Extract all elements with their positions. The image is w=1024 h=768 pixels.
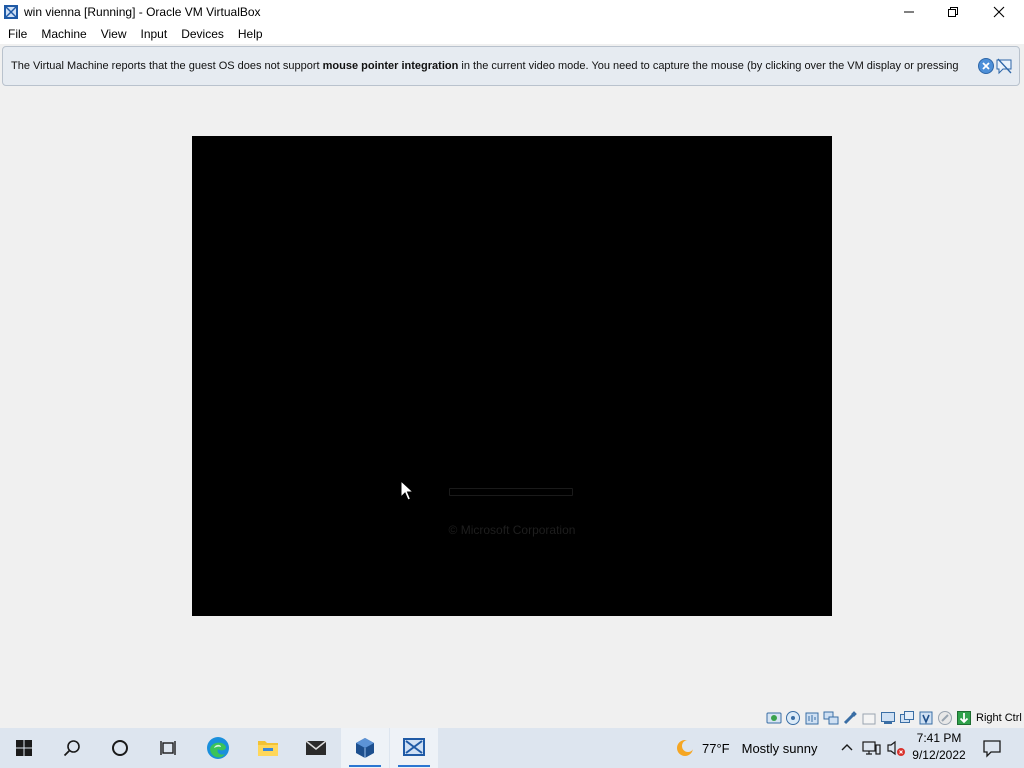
close-button[interactable] bbox=[976, 0, 1022, 24]
mouse-integration-icon[interactable] bbox=[956, 710, 972, 726]
boot-copyright-text: © Microsoft Corporation bbox=[448, 523, 576, 537]
menu-view[interactable]: View bbox=[94, 24, 134, 44]
host-key-label[interactable]: Right Ctrl bbox=[976, 712, 1022, 724]
usb-icon[interactable] bbox=[842, 710, 858, 726]
audio-icon[interactable] bbox=[804, 710, 820, 726]
title-bar[interactable]: win vienna [Running] - Oracle VM Virtual… bbox=[0, 0, 1024, 24]
restore-button[interactable] bbox=[930, 0, 976, 24]
menu-file[interactable]: File bbox=[0, 24, 34, 44]
vm-window-icon bbox=[403, 738, 425, 756]
notification-center-button[interactable] bbox=[980, 728, 1004, 768]
cortana-circle-icon bbox=[112, 740, 128, 756]
weather-widget[interactable]: 77°F Mostly sunny bbox=[674, 728, 817, 768]
mouse-cursor-icon bbox=[400, 480, 414, 501]
network-icon[interactable] bbox=[823, 710, 839, 726]
optical-drive-icon[interactable] bbox=[785, 710, 801, 726]
windows-logo-icon bbox=[16, 740, 32, 756]
edge-icon bbox=[207, 737, 229, 759]
menu-bar: File Machine View Input Devices Help bbox=[0, 24, 1024, 44]
search-button[interactable] bbox=[48, 728, 96, 768]
close-notice-icon[interactable] bbox=[977, 57, 995, 75]
taskbar-clock[interactable]: 7:41 PM 9/12/2022 bbox=[908, 730, 970, 764]
display-icon[interactable] bbox=[880, 710, 896, 726]
chevron-up-icon[interactable] bbox=[838, 739, 856, 757]
vm-display[interactable]: © Microsoft Corporation bbox=[192, 136, 832, 616]
taskbar-edge[interactable] bbox=[194, 728, 242, 768]
volume-muted-icon[interactable] bbox=[886, 739, 906, 757]
taskbar-file-explorer[interactable] bbox=[244, 728, 292, 768]
network-status-icon[interactable] bbox=[862, 739, 882, 757]
boot-progress-bar bbox=[449, 488, 573, 496]
taskbar-vm-window[interactable] bbox=[390, 728, 438, 768]
hard-disk-icon[interactable] bbox=[766, 710, 782, 726]
notice-message: The Virtual Machine reports that the gue… bbox=[11, 60, 959, 72]
taskbar: 77°F Mostly sunny 7:41 PM 9/12/2022 bbox=[0, 728, 1024, 768]
system-tray bbox=[838, 728, 906, 768]
mouse-integration-notice: The Virtual Machine reports that the gue… bbox=[2, 46, 1020, 86]
clock-time: 7:41 PM bbox=[916, 731, 962, 745]
task-view-icon bbox=[160, 741, 176, 755]
file-explorer-icon bbox=[258, 741, 278, 756]
menu-input[interactable]: Input bbox=[134, 24, 175, 44]
task-view-button[interactable] bbox=[144, 728, 192, 768]
running-indicator bbox=[349, 765, 381, 767]
search-icon bbox=[63, 740, 80, 757]
taskbar-virtualbox-manager[interactable] bbox=[341, 728, 389, 768]
clock-date: 9/12/2022 bbox=[912, 748, 966, 762]
start-button[interactable] bbox=[0, 728, 48, 768]
recording-icon[interactable] bbox=[918, 710, 934, 726]
minimize-button[interactable] bbox=[886, 0, 932, 24]
notification-icon bbox=[983, 740, 1001, 758]
menu-devices[interactable]: Devices bbox=[174, 24, 231, 44]
running-indicator bbox=[398, 765, 430, 767]
vt-x-icon[interactable] bbox=[937, 710, 953, 726]
sun-icon bbox=[677, 740, 694, 756]
virtualbox-app-icon bbox=[3, 4, 19, 20]
menu-help[interactable]: Help bbox=[231, 24, 270, 44]
weather-temperature: 77°F bbox=[702, 740, 730, 756]
weather-description: Mostly sunny bbox=[741, 740, 818, 756]
shared-folders-icon[interactable] bbox=[861, 710, 877, 726]
taskbar-mail[interactable] bbox=[292, 728, 340, 768]
suppress-message-icon[interactable] bbox=[995, 57, 1013, 75]
notice-bold-text: mouse pointer integration bbox=[322, 60, 459, 72]
window-title: win vienna [Running] - Oracle VM Virtual… bbox=[24, 5, 261, 19]
mail-icon bbox=[305, 740, 327, 755]
video-capture-icon[interactable] bbox=[899, 710, 915, 726]
virtualbox-icon bbox=[356, 738, 374, 758]
vm-status-bar: Right Ctrl bbox=[766, 709, 1024, 727]
cortana-button[interactable] bbox=[96, 728, 144, 768]
menu-machine[interactable]: Machine bbox=[34, 24, 93, 44]
